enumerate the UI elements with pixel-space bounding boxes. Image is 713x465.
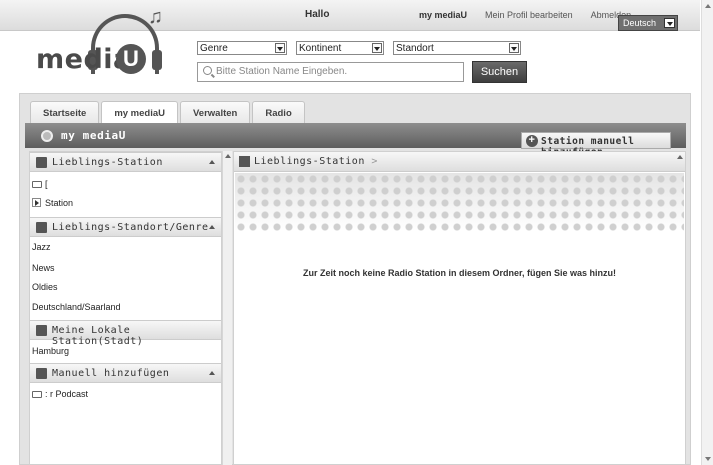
- chevron-down-icon: [509, 43, 519, 53]
- folder-icon: [32, 181, 42, 188]
- list-item[interactable]: Station: [32, 198, 73, 208]
- empty-message: Zur Zeit noch keine Radio Station in die…: [302, 268, 617, 278]
- search-icon: [203, 66, 212, 75]
- list-item[interactable]: News: [32, 263, 55, 273]
- sidebar-section-label: Lieblings-Station: [52, 157, 163, 168]
- search-placeholder: Bitte Station Name Eingeben.: [216, 66, 348, 77]
- decorative-pattern: [235, 173, 684, 231]
- nav-edit-profile[interactable]: Mein Profil bearbeiten: [476, 8, 582, 39]
- window-scrollbar[interactable]: [701, 0, 713, 465]
- section-title: my mediaU: [61, 129, 127, 142]
- folder-icon: [32, 391, 42, 398]
- collapse-icon[interactable]: [209, 225, 215, 229]
- add-station-button[interactable]: + Station manuell hinzufügen: [521, 132, 671, 158]
- top-nav: my mediaU Mein Profil bearbeiten Abmelde…: [410, 8, 640, 39]
- continent-value: Kontinent: [299, 43, 342, 54]
- location-value: Standort: [396, 43, 434, 54]
- breadcrumb-item[interactable]: Lieblings-Station: [254, 156, 365, 167]
- language-select[interactable]: Deutsch: [618, 15, 678, 31]
- location-select[interactable]: Standort: [393, 41, 521, 55]
- radio-icon: [36, 157, 47, 168]
- play-icon: [32, 198, 41, 207]
- list-item[interactable]: : r Podcast: [32, 389, 88, 399]
- tab-radio[interactable]: Radio: [252, 101, 305, 123]
- list-item[interactable]: [: [32, 179, 48, 189]
- genre-value: Genre: [200, 43, 228, 54]
- logo-u: U: [116, 44, 146, 74]
- continent-select[interactable]: Kontinent: [296, 41, 384, 55]
- tab-bar: Startseite my mediaU Verwalten Radio: [30, 101, 307, 123]
- collapse-icon[interactable]: [209, 160, 215, 164]
- sidebar-scrollbar[interactable]: [222, 151, 232, 465]
- folder-label: : r Podcast: [45, 389, 89, 399]
- headphone-right-icon: [152, 50, 162, 70]
- sidebar-section-label: Manuell hinzufügen: [52, 368, 170, 379]
- folder-label: [: [45, 179, 48, 189]
- location-icon: [36, 325, 47, 336]
- radio-icon: [239, 156, 250, 167]
- search-button[interactable]: Suchen: [472, 61, 527, 83]
- list-item[interactable]: Deutschland/Saarland: [32, 302, 121, 312]
- chevron-down-icon: [372, 43, 382, 53]
- plus-icon: +: [526, 135, 538, 147]
- nav-my-mediau[interactable]: my mediaU: [410, 8, 476, 39]
- chevron-down-icon: [664, 18, 675, 28]
- music-note-icon: [36, 222, 47, 233]
- scroll-up-icon[interactable]: [676, 153, 684, 171]
- tab-my-mediau[interactable]: my mediaU: [101, 101, 178, 123]
- list-item[interactable]: Hamburg: [32, 346, 69, 356]
- sidebar-section-manual[interactable]: Manuell hinzufügen: [30, 363, 221, 383]
- sidebar: Lieblings-Station [ Station Lieblings-St…: [29, 151, 222, 465]
- chevron-down-icon: [275, 43, 285, 53]
- sidebar-section-locations[interactable]: Lieblings-Standort/Genre: [30, 217, 221, 237]
- sidebar-section-local[interactable]: Meine Lokale Station(Stadt): [30, 320, 221, 347]
- scroll-up-icon[interactable]: [705, 4, 711, 8]
- scroll-down-icon[interactable]: [705, 457, 711, 461]
- breadcrumb-separator: >: [371, 156, 378, 167]
- sidebar-section-label: Meine Lokale Station(Stadt): [52, 325, 144, 347]
- logo[interactable]: ♫ media U: [36, 6, 186, 84]
- content-pane: Lieblings-Station > Zur Zeit noch keine …: [233, 151, 686, 465]
- scroll-up-icon[interactable]: [225, 154, 231, 158]
- sidebar-section-label: Lieblings-Standort/Genre: [52, 222, 209, 233]
- user-icon: [36, 368, 47, 379]
- music-note-icon: ♫: [148, 6, 163, 28]
- tab-manage[interactable]: Verwalten: [180, 101, 251, 123]
- station-label: Station: [45, 198, 74, 208]
- search-input[interactable]: Bitte Station Name Eingeben.: [197, 62, 464, 82]
- list-item[interactable]: Oldies: [32, 282, 58, 292]
- sidebar-section-favorites[interactable]: Lieblings-Station: [30, 152, 221, 172]
- genre-select[interactable]: Genre: [197, 41, 287, 55]
- collapse-icon[interactable]: [209, 371, 215, 375]
- tab-home[interactable]: Startseite: [30, 101, 100, 123]
- breadcrumb: Lieblings-Station >: [234, 152, 685, 172]
- language-value: Deutsch: [623, 18, 657, 28]
- gear-icon: [41, 130, 53, 142]
- list-item[interactable]: Jazz: [32, 242, 51, 252]
- greeting-text: Hallo: [305, 9, 330, 20]
